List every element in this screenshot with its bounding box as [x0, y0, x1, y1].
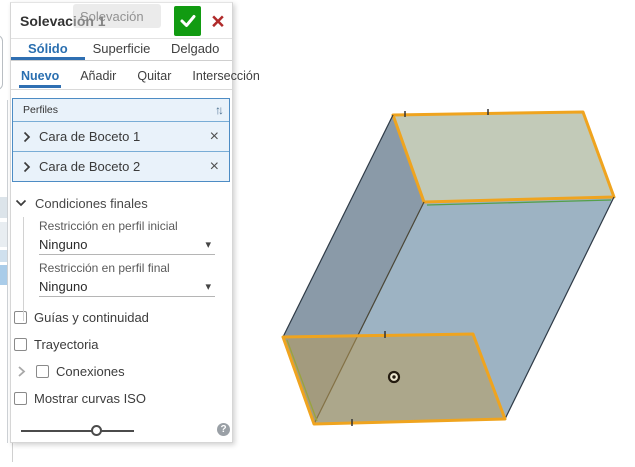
checkmark-icon [179, 13, 197, 29]
start-profile-condition-select[interactable]: Ninguno ▾ [39, 234, 215, 255]
chevron-right-icon[interactable] [23, 161, 31, 173]
subtab-quitar[interactable]: Quitar [135, 63, 173, 88]
subtab-anadir[interactable]: Añadir [78, 63, 118, 88]
subtab-nuevo[interactable]: Nuevo [19, 63, 61, 88]
body-type-tabs: Sólido Superficie Delgado [11, 39, 232, 61]
checkbox-label: Mostrar curvas ISO [34, 391, 146, 406]
tab-delgado[interactable]: Delgado [158, 39, 232, 60]
profiles-selection-box: Perfiles ↑↓ Cara de Boceto 1 × Cara de B… [12, 98, 230, 182]
show-iso-curves-checkbox[interactable] [14, 392, 27, 405]
profile-item-cara-de-boceto-2[interactable]: Cara de Boceto 2 × [13, 151, 229, 181]
chevron-right-icon[interactable] [23, 131, 31, 143]
profile-item-label: Cara de Boceto 2 [39, 159, 210, 174]
checkbox-label: Guías y continuidad [34, 310, 149, 325]
end-conditions-label: Condiciones finales [35, 196, 148, 211]
checkbox-label: Trayectoria [34, 337, 99, 352]
subtab-interseccion[interactable]: Intersección [190, 63, 261, 88]
end-profile-condition-select[interactable]: Ninguno ▾ [39, 276, 215, 297]
opacity-slider-track[interactable] [21, 430, 134, 432]
end-conditions-fields: Restricción en perfil inicial Ninguno ▾ … [11, 213, 232, 297]
profiles-header: Perfiles ↑↓ [13, 99, 229, 121]
profile-item-cara-de-boceto-1[interactable]: Cara de Boceto 1 × [13, 121, 229, 151]
boolean-mode-tabs: Nuevo Añadir Quitar Intersección [11, 61, 232, 90]
guides-continuity-checkbox[interactable] [14, 311, 27, 324]
indent-guide [23, 217, 24, 321]
caret-down-icon: ▾ [205, 238, 215, 251]
end-conditions-section-header[interactable]: Condiciones finales [11, 193, 232, 213]
caret-down-icon: ▾ [205, 280, 215, 293]
profiles-label: Perfiles [23, 104, 215, 116]
confirm-button[interactable] [174, 6, 201, 36]
opacity-slider-handle[interactable] [91, 425, 102, 436]
origin-point-dot [392, 375, 395, 378]
end-profile-condition-label: Restricción en perfil final [39, 261, 215, 275]
remove-profile-icon[interactable]: × [210, 130, 219, 144]
sort-icon[interactable]: ↑↓ [215, 103, 221, 117]
dialog-header: Solevación 1 × [11, 3, 232, 39]
x-icon: × [211, 8, 224, 34]
options-checkboxes: Guías y continuidad Trayectoria Conexion… [11, 304, 232, 412]
show-iso-curves-row[interactable]: Mostrar curvas ISO [11, 385, 232, 412]
loft-feature-dialog: Solevación 1 × Sólido Superficie Delgado… [10, 2, 233, 443]
chevron-down-icon [15, 198, 27, 208]
profile-item-label: Cara de Boceto 1 [39, 129, 210, 144]
path-checkbox[interactable] [14, 338, 27, 351]
dialog-title: Solevación 1 [11, 13, 174, 29]
checkbox-label: Conexiones [56, 364, 125, 379]
chevron-right-icon[interactable] [17, 365, 26, 378]
top-profile-face[interactable] [393, 112, 614, 202]
connections-checkbox[interactable] [36, 365, 49, 378]
path-row[interactable]: Trayectoria [11, 331, 232, 358]
start-profile-condition-label: Restricción en perfil inicial [39, 219, 215, 233]
tab-superficie[interactable]: Superficie [85, 39, 159, 60]
cancel-button[interactable]: × [206, 6, 230, 36]
guides-continuity-row[interactable]: Guías y continuidad [11, 304, 232, 331]
help-icon[interactable]: ? [217, 423, 230, 436]
app-canvas: Solevación 1 × Sólido Superficie Delgado… [0, 0, 635, 462]
selected-value: Ninguno [39, 279, 205, 294]
selected-value: Ninguno [39, 237, 205, 252]
connections-row[interactable]: Conexiones [11, 358, 232, 385]
tab-solido[interactable]: Sólido [11, 39, 85, 60]
remove-profile-icon[interactable]: × [210, 160, 219, 174]
